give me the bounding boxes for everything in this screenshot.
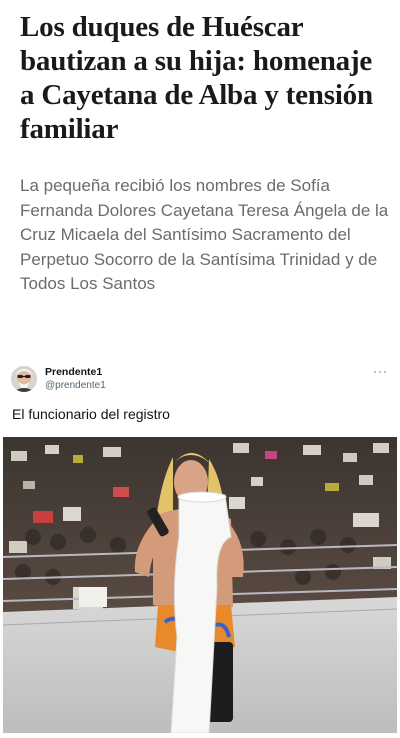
tweet-header: Prendente1 @prendente1 ··· [0,362,400,402]
article-summary: La pequeña recibió los nombres de Sofía … [20,176,389,293]
tweet-handle[interactable]: @prendente1 [45,380,106,391]
tweet-text: El funcionario del registro [12,406,170,422]
wrestler-reading-scroll-photo [3,437,397,733]
avatar[interactable] [11,366,37,392]
tweet-display-name[interactable]: Prendente1 [45,366,102,378]
article-headline: Los duques de Huéscar bautizan a su hija… [20,11,373,145]
tweet-media-image[interactable] [3,437,397,733]
article: Los duques de Huéscar bautizan a su hija… [20,10,390,297]
tweet-card: Prendente1 @prendente1 ··· El funcionari… [0,362,400,422]
more-horizontal-icon[interactable]: ··· [373,364,388,378]
